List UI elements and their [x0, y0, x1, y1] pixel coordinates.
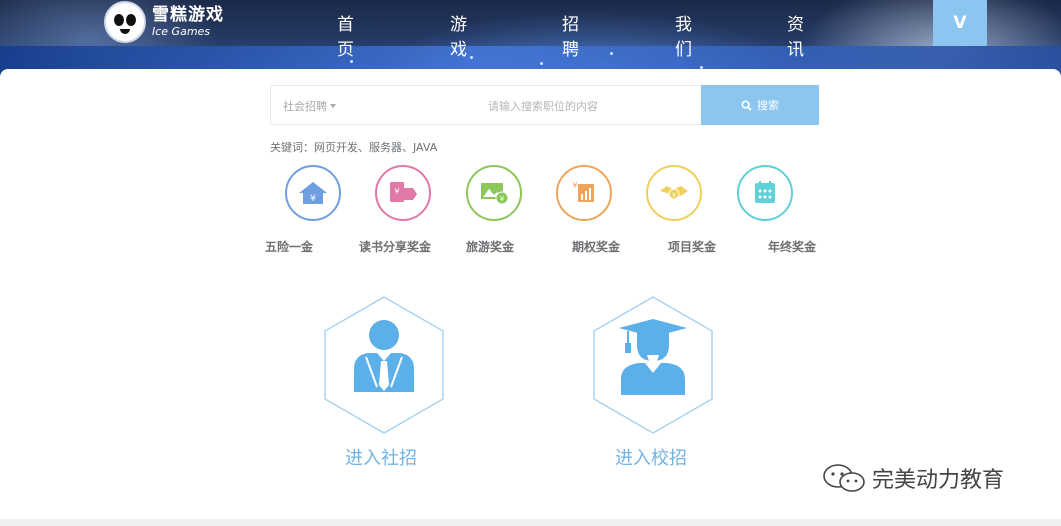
social-recruit-link[interactable]: 进入社招 [345, 444, 417, 470]
benefit-stock: ¥ 期权奖金 [539, 165, 629, 254]
benefit-label: 旅游奖金 [465, 240, 514, 254]
search-category-label: 社会招聘 [283, 100, 327, 113]
main-card: 社会招聘 搜索 关键词：网页开发、服务器、JAVA ¥ 五险一金 ¥ [0, 69, 1061, 519]
user-avatar-button[interactable]: V [933, 0, 987, 46]
search-input[interactable] [391, 94, 695, 118]
svg-text:¥: ¥ [672, 192, 676, 199]
benefit-travel: ¥ 旅游奖金 [449, 165, 539, 254]
nav-news[interactable]: 资讯 [787, 10, 804, 60]
logo-title: 雪糕游戏 [152, 5, 224, 25]
chevron-down-icon [330, 104, 336, 108]
campus-recruit-link[interactable]: 进入校招 [615, 444, 687, 470]
graduate-icon [593, 296, 713, 434]
svg-text:¥: ¥ [394, 187, 399, 196]
svg-text:¥: ¥ [572, 181, 577, 190]
search-category-select[interactable]: 社会招聘 [283, 98, 336, 114]
benefit-label: 期权奖金 [571, 240, 620, 254]
calendar-icon [737, 165, 793, 221]
campus-recruit-card[interactable] [591, 295, 715, 435]
star-dot [350, 60, 353, 63]
search-button[interactable]: 搜索 [701, 85, 819, 125]
star-dot [610, 52, 613, 55]
star-dot [540, 62, 543, 65]
benefit-label: 五险一金 [264, 240, 313, 254]
star-dot [470, 56, 473, 59]
svg-text:¥: ¥ [310, 194, 316, 204]
benefit-project: ¥ 项目奖金 [629, 165, 719, 254]
nav-about[interactable]: 我们 [675, 10, 692, 60]
business-person-icon [324, 296, 444, 434]
watermark-text: 完美动力教育 [872, 468, 1005, 493]
logo-subtitle: Ice Games [152, 25, 211, 38]
benefit-label: 年终奖金 [767, 240, 816, 254]
book-share-icon: ¥ [375, 165, 431, 221]
travel-photo-icon: ¥ [466, 165, 522, 221]
nav-home[interactable]: 首页 [337, 10, 354, 60]
nav-recruit[interactable]: 招聘 [562, 10, 579, 60]
benefit-label: 读书分享奖金 [358, 240, 431, 254]
search-button-label: 搜索 [757, 100, 779, 112]
stock-chart-icon: ¥ [556, 165, 612, 221]
handshake-icon: ¥ [646, 165, 702, 221]
benefit-insurance: ¥ 五险一金 [265, 165, 358, 254]
panda-logo-icon [104, 1, 146, 43]
wechat-watermark: 完美动力教育 [822, 462, 1004, 494]
search-icon [741, 99, 752, 111]
benefit-year-end: 年终奖金 [720, 165, 816, 254]
nav-games[interactable]: 游戏 [450, 10, 467, 60]
benefit-book-share: ¥ 读书分享奖金 [358, 165, 448, 254]
footer-divider [0, 519, 1061, 526]
site-logo[interactable]: 雪糕游戏 Ice Games [104, 0, 224, 44]
wechat-icon [823, 464, 865, 492]
svg-text:¥: ¥ [500, 195, 505, 203]
search-keywords: 关键词：网页开发、服务器、JAVA [270, 141, 438, 154]
benefit-label: 项目奖金 [667, 240, 716, 254]
house-yen-icon: ¥ [285, 165, 341, 221]
search-bar: 社会招聘 搜索 [270, 85, 819, 125]
social-recruit-card[interactable] [322, 295, 446, 435]
